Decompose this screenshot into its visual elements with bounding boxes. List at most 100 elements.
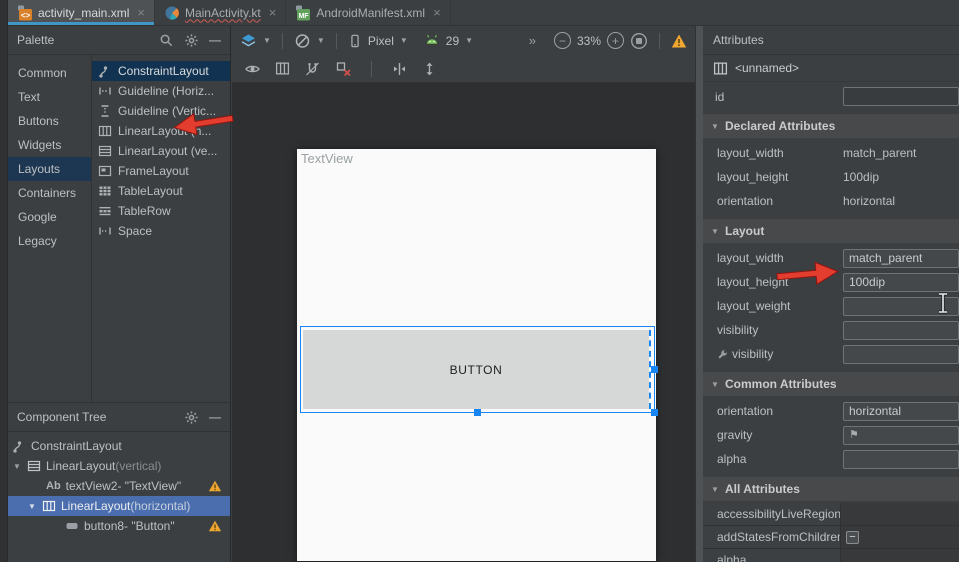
zoom-in-button[interactable]: +: [607, 32, 624, 49]
design-surface-icon[interactable]: [240, 33, 257, 49]
space-icon: [98, 224, 112, 238]
section-common-attributes[interactable]: ▼ Common Attributes: [703, 372, 959, 396]
palette-item-linearlayout-horizontal[interactable]: LinearLayout (h...: [92, 121, 230, 141]
palette-category-layouts[interactable]: Layouts: [8, 157, 91, 181]
orientation-input[interactable]: horizontal: [843, 402, 959, 421]
device-screen[interactable]: TextView BUTTON: [297, 149, 656, 561]
gear-icon[interactable]: [184, 33, 199, 48]
tree-node-constraintlayout[interactable]: ConstraintLayout: [8, 436, 230, 456]
textview-widget[interactable]: TextView: [301, 151, 353, 166]
button-icon: [65, 519, 79, 533]
zoom-out-button[interactable]: −: [554, 32, 571, 49]
palette-panel: Palette — Common Text Buttons Widgets La…: [8, 26, 231, 402]
tree-node-textview2[interactable]: Ab textView2- "TextView": [8, 476, 230, 496]
attr-row-layout-height: layout_height 100dip: [703, 165, 959, 189]
resize-handle-bottom[interactable]: [474, 409, 481, 416]
device-selector[interactable]: Pixel: [368, 34, 394, 48]
manifest-file-icon: MF: [295, 5, 311, 21]
search-icon[interactable]: [159, 33, 174, 48]
palette-item-guideline-vertical[interactable]: Guideline (Vertic...: [92, 101, 230, 121]
palette-item-space[interactable]: Space: [92, 221, 230, 241]
chevron-down-icon[interactable]: ▼: [12, 462, 22, 471]
close-icon[interactable]: ×: [137, 5, 145, 20]
chevron-down-icon[interactable]: ▼: [465, 36, 473, 45]
linearlayout-vertical-icon: [27, 459, 41, 473]
palette-category-widgets[interactable]: Widgets: [8, 133, 91, 157]
all-rows: accessibilityLiveRegion addStatesFromChi…: [703, 501, 959, 562]
palette-category-google[interactable]: Google: [8, 205, 91, 229]
flag-icon[interactable]: ⚑: [849, 430, 859, 441]
warning-icon[interactable]: [671, 33, 687, 49]
layout-width-input[interactable]: match_parent: [843, 249, 959, 268]
palette-item-framelayout[interactable]: FrameLayout: [92, 161, 230, 181]
tablerow-icon: [98, 204, 112, 218]
chevron-down-icon[interactable]: ▼: [400, 36, 408, 45]
palette-item-tablelayout[interactable]: TableLayout: [92, 181, 230, 201]
indeterminate-checkbox[interactable]: −: [846, 531, 859, 544]
palette-category-buttons[interactable]: Buttons: [8, 109, 91, 133]
view-options-eye-icon[interactable]: [244, 61, 261, 77]
palette-item-list: ConstraintLayout Guideline (Horiz... Gui…: [92, 55, 230, 402]
gear-icon[interactable]: [184, 410, 199, 425]
hide-panel-icon[interactable]: —: [209, 410, 221, 424]
common-rows: orientation horizontal gravity ⚑ alpha: [703, 396, 959, 471]
chevron-down-icon[interactable]: ▼: [710, 122, 720, 131]
orientation-columns-icon[interactable]: [275, 61, 290, 76]
tab-mainactivity-kt[interactable]: MainActivity.kt ×: [155, 0, 286, 25]
palette-item-guideline-horizontal[interactable]: Guideline (Horiz...: [92, 81, 230, 101]
section-declared-attributes[interactable]: ▼ Declared Attributes: [703, 114, 959, 138]
palette-category-containers[interactable]: Containers: [8, 181, 91, 205]
orientation-icon[interactable]: [294, 33, 311, 49]
tools-visibility-input[interactable]: [843, 345, 959, 364]
resize-handle-corner[interactable]: [651, 409, 658, 416]
tree-node-linearlayout-horizontal[interactable]: ▼ LinearLayout(horizontal): [8, 496, 230, 516]
tab-androidmanifest-xml[interactable]: MF AndroidManifest.xml ×: [286, 0, 450, 25]
alpha-input[interactable]: [843, 450, 959, 469]
chevron-down-icon[interactable]: ▼: [710, 227, 720, 236]
section-layout[interactable]: ▼ Layout: [703, 219, 959, 243]
palette-category-text[interactable]: Text: [8, 85, 91, 109]
hide-panel-icon[interactable]: —: [209, 33, 221, 47]
kotlin-file-icon: [164, 5, 180, 21]
expand-vertical-icon[interactable]: [422, 61, 437, 77]
zoom-to-fit-button[interactable]: [630, 32, 648, 50]
gravity-input[interactable]: ⚑: [843, 426, 959, 445]
component-name: <unnamed>: [735, 61, 799, 75]
attr-value-cell[interactable]: [841, 549, 959, 562]
palette-category-legacy[interactable]: Legacy: [8, 229, 91, 253]
chevron-down-icon[interactable]: ▼: [710, 485, 720, 494]
section-all-attributes[interactable]: ▼ All Attributes: [703, 477, 959, 501]
chevron-down-icon[interactable]: ▼: [317, 36, 325, 45]
palette-item-constraintlayout[interactable]: ConstraintLayout: [92, 61, 230, 81]
palette-item-linearlayout-vertical[interactable]: LinearLayout (ve...: [92, 141, 230, 161]
chevron-down-icon[interactable]: ▼: [710, 380, 720, 389]
close-icon[interactable]: ×: [269, 5, 277, 20]
tree-node-linearlayout-vertical[interactable]: ▼ LinearLayout(vertical): [8, 456, 230, 476]
close-icon[interactable]: ×: [433, 5, 441, 20]
attributes-header: Attributes: [703, 26, 959, 55]
align-horizontal-center-icon[interactable]: [391, 61, 408, 77]
api-level-selector[interactable]: 29: [446, 34, 459, 48]
layout-height-input[interactable]: 100dip: [843, 273, 959, 292]
layout-weight-input[interactable]: [843, 297, 959, 316]
tab-activity-main-xml[interactable]: <> activity_main.xml ×: [8, 0, 155, 25]
clear-constraints-icon[interactable]: [335, 61, 352, 77]
chevron-down-icon[interactable]: ▼: [27, 502, 37, 511]
chevron-down-icon[interactable]: ▼: [263, 36, 271, 45]
id-input[interactable]: [843, 87, 959, 106]
palette-category-common[interactable]: Common: [8, 61, 91, 85]
panel-splitter[interactable]: [695, 26, 703, 562]
toolbar-overflow-icon[interactable]: »: [529, 33, 536, 48]
layout-xml-file-icon: <>: [17, 5, 33, 21]
attr-value-cell[interactable]: [841, 503, 959, 525]
design-surface[interactable]: TextView BUTTON: [232, 83, 695, 562]
window-edge-strip: [0, 0, 8, 562]
tree-node-button8[interactable]: button8- "Button": [8, 516, 230, 536]
visibility-input[interactable]: [843, 321, 959, 340]
autoconnect-off-magnet-icon[interactable]: [304, 61, 321, 77]
selection-outline[interactable]: [300, 326, 655, 413]
resize-handle-right[interactable]: [651, 366, 658, 373]
palette-item-tablerow[interactable]: TableRow: [92, 201, 230, 221]
attr-row-tools-visibility: visibility: [703, 342, 959, 366]
app-window: <> activity_main.xml × MainActivity.kt ×…: [0, 0, 959, 562]
